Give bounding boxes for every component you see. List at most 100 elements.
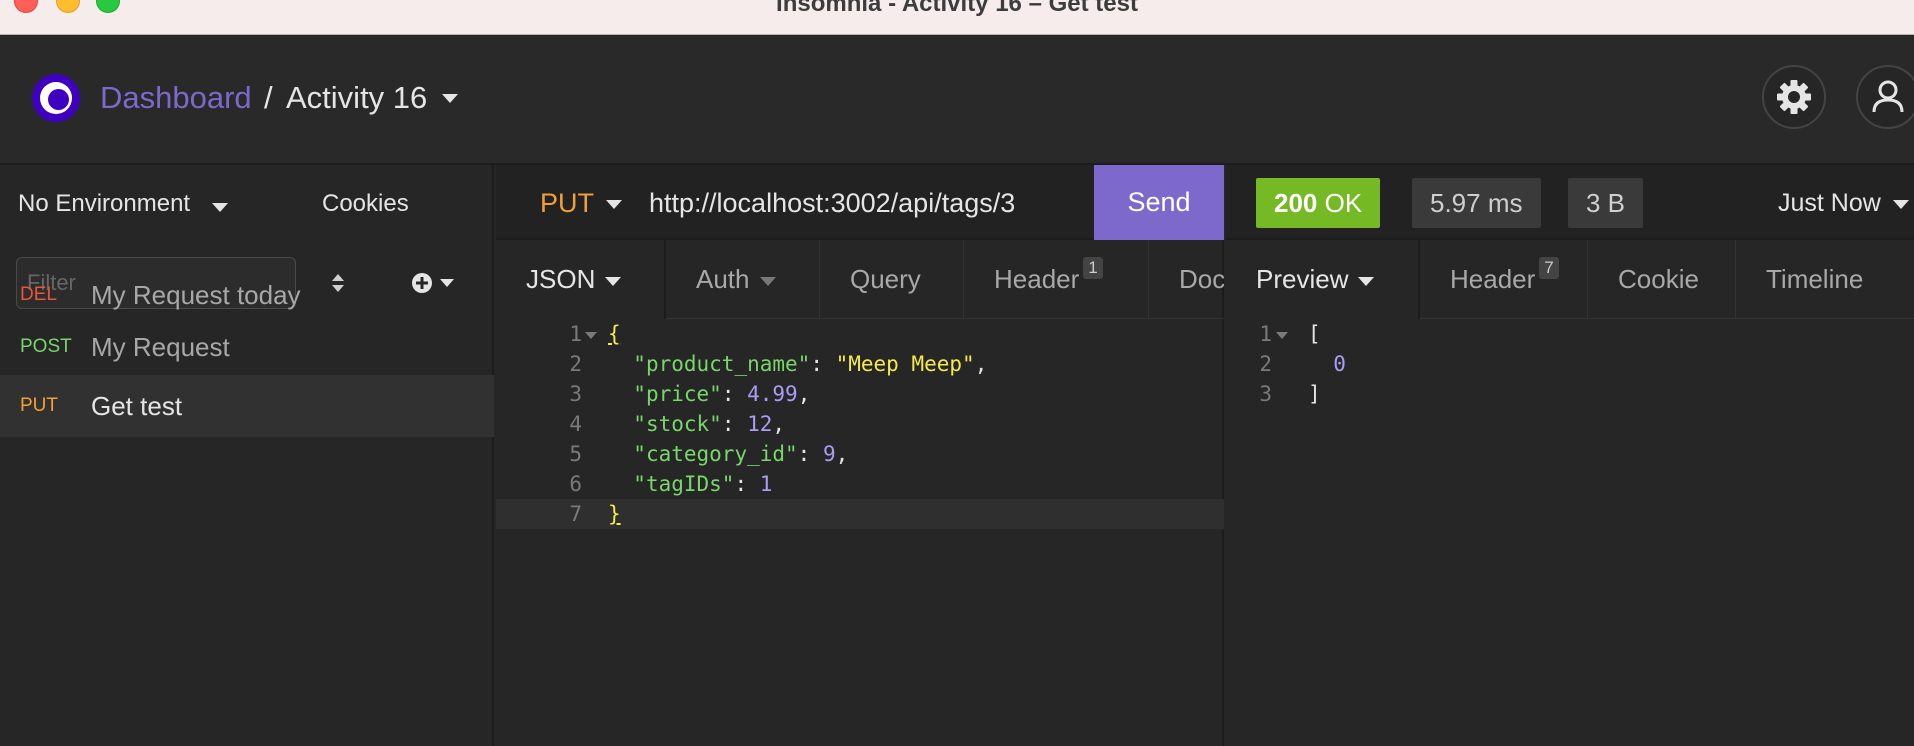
account-icon: [1872, 80, 1904, 113]
cookies-button[interactable]: Cookies: [322, 190, 409, 218]
request-item[interactable]: PUT Get test: [0, 375, 494, 437]
json-key: "price": [633, 382, 722, 406]
request-item[interactable]: POST My Request: [0, 316, 494, 378]
response-history-dropdown[interactable]: Just Now: [1778, 189, 1909, 218]
url-input[interactable]: http://localhost:3002/api/tags/3: [649, 188, 1015, 219]
send-button[interactable]: Send: [1094, 165, 1224, 240]
request-pane: PUT http://localhost:3002/api/tags/3 Sen…: [496, 165, 1224, 746]
request-name-label: My Request: [91, 332, 230, 362]
request-method-label: DEL: [20, 284, 57, 305]
request-method-label: POST: [20, 336, 72, 357]
tab-preview[interactable]: Preview: [1226, 240, 1420, 319]
json-token: [: [1308, 322, 1321, 346]
code-line: 1[: [1226, 319, 1914, 349]
code-line: 1{: [496, 319, 1224, 349]
line-number: 5: [569, 442, 582, 466]
tab-docs[interactable]: Docs: [1149, 240, 1224, 319]
code-text: "category_id": 9,: [633, 442, 849, 466]
brace-token: {: [608, 322, 621, 346]
chevron-down-icon[interactable]: [212, 203, 228, 212]
code-text: ]: [1308, 379, 1321, 409]
json-value: "Meep Meep": [835, 352, 975, 376]
code-text: 0: [1308, 349, 1346, 379]
line-number: 6: [569, 472, 582, 496]
chevron-down-icon: [1358, 276, 1375, 286]
code-line: 3]: [1226, 379, 1914, 409]
code-line: 6 "tagIDs": 1: [496, 469, 1224, 499]
code-line: 5 "category_id": 9,: [496, 439, 1224, 469]
tab-timeline[interactable]: Timeline: [1736, 240, 1914, 319]
json-key: "category_id": [633, 442, 798, 466]
line-number: 3: [569, 382, 582, 406]
settings-button[interactable]: [1762, 65, 1826, 129]
line-number: 3: [1259, 382, 1272, 406]
code-line: 3 "price": 4.99,: [496, 379, 1224, 409]
request-name-label: Get test: [91, 391, 183, 421]
tab-header[interactable]: Header 1: [964, 240, 1149, 319]
request-method-label: PUT: [20, 395, 58, 416]
tab-auth[interactable]: Auth: [666, 240, 820, 319]
response-tabs: Preview Header 7 Cookie Timeline: [1226, 240, 1914, 319]
brace-token: }: [608, 502, 621, 526]
tab-count-badge: 1: [1083, 257, 1103, 279]
line-number: 2: [1259, 352, 1272, 376]
code-line: 7}: [496, 499, 1224, 529]
response-size-badge: 3 B: [1568, 178, 1644, 228]
chevron-down-icon: [605, 276, 622, 286]
json-token: 0: [1333, 352, 1346, 376]
app-header: Dashboard / Activity 16: [0, 35, 1914, 165]
line-number: 1: [1259, 322, 1272, 346]
status-badge: 200 OK: [1256, 178, 1381, 228]
code-text: "tagIDs": 1: [633, 472, 773, 496]
chevron-down-icon: [759, 276, 776, 286]
code-text: "product_name": "Meep Meep",: [633, 352, 988, 376]
json-key: "product_name": [633, 352, 811, 376]
json-key: "tagIDs": [633, 472, 735, 496]
code-line: 4 "stock": 12,: [496, 409, 1224, 439]
breadcrumb-dashboard[interactable]: Dashboard: [100, 77, 252, 119]
tab-query[interactable]: Query: [820, 240, 964, 319]
json-value: 9: [822, 442, 836, 466]
insomnia-logo-icon: [32, 74, 80, 122]
code-text: "price": 4.99,: [633, 382, 811, 406]
request-tabs: JSON Auth Query Header1 Docs: [496, 240, 1224, 319]
breadcrumb-workspace[interactable]: Activity 16: [286, 77, 427, 119]
environment-selector[interactable]: No Environment: [18, 190, 190, 218]
chevron-down-icon: [1892, 199, 1909, 209]
request-body-editor[interactable]: 1{2 "product_name": "Meep Meep", 3 "price…: [496, 319, 1224, 529]
code-text: "stock": 12,: [633, 412, 786, 436]
tab-label: Query: [850, 264, 921, 294]
fold-arrow-icon[interactable]: [1276, 332, 1288, 339]
tab-json[interactable]: JSON: [496, 240, 666, 319]
json-token: ]: [1308, 382, 1321, 406]
chevron-down-icon[interactable]: [606, 200, 622, 209]
json-value: 12: [747, 412, 773, 436]
fold-arrow-icon[interactable]: [585, 332, 597, 339]
line-number: 7: [569, 502, 582, 526]
chevron-down-icon[interactable]: [442, 94, 458, 103]
tab-header[interactable]: Header 7: [1420, 240, 1588, 319]
code-text: [: [1308, 319, 1321, 349]
line-number: 4: [569, 412, 582, 436]
window-title-bar: Insomnia - Activity 16 – Get test: [0, 0, 1914, 35]
json-value: 1: [759, 472, 773, 496]
method-selector[interactable]: PUT: [540, 188, 594, 219]
window-title: Insomnia - Activity 16 – Get test: [776, 0, 1138, 17]
response-time-badge: 5.97 ms: [1412, 178, 1541, 228]
tab-cookie[interactable]: Cookie: [1588, 240, 1736, 319]
sidebar: No Environment Cookies DEL My Request tod…: [0, 165, 494, 746]
breadcrumb-separator: /: [264, 80, 273, 115]
response-pane: 200 OK 5.97 ms 3 B Just Now Preview Heade…: [1226, 165, 1914, 746]
gear-icon: [1777, 80, 1811, 114]
code-text: }: [608, 499, 621, 529]
line-number: 1: [569, 322, 582, 346]
account-button[interactable]: [1856, 65, 1914, 129]
tab-label: Header: [1450, 264, 1536, 294]
url-bar: PUT http://localhost:3002/api/tags/3 Sen…: [496, 165, 1224, 240]
tab-label: JSON: [526, 264, 596, 294]
request-name-label: My Request today: [91, 280, 301, 310]
code-line: 2 "product_name": "Meep Meep",: [496, 349, 1224, 379]
json-key: "stock": [633, 412, 722, 436]
tab-label: Docs: [1179, 264, 1224, 294]
response-body-viewer: 1[2 0 3]: [1226, 319, 1914, 409]
